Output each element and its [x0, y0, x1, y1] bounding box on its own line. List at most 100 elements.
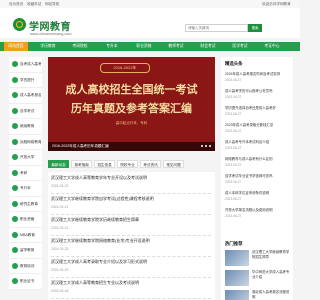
list-item[interactable]: 2023年成人高考录取分数线汇总 2023-06-27 — [225, 120, 291, 137]
banner-note: 高中起点升本、专科 — [115, 121, 148, 125]
list-item[interactable]: 学历提升选择自考还是成人高考好 2023-06-27 — [225, 103, 291, 120]
list-item[interactable]: 武汉理工大学继续教育学院学历继续教育招生简章 2024-03-21 — [51, 214, 211, 236]
sidebar-item-label: 教育培训 — [20, 263, 35, 268]
carousel-dot[interactable] — [200, 144, 203, 147]
category-icon — [12, 107, 18, 114]
list-item[interactable]: 武汉理工大学成人高等教育招生专业以及考试说明 2024-03-18 — [51, 277, 211, 299]
site-logo-title[interactable]: 学网教育 — [29, 18, 71, 33]
sidebar-item[interactable]: 研究生教育 — [9, 197, 42, 212]
recommend-item-title[interactable]: 成人本科学位证申请条件说明 — [225, 190, 291, 195]
list-item[interactable]: 成人高考学历可以报考公务员吗 2023-06-27 — [225, 86, 291, 103]
sidebar-item[interactable]: 开放大学 — [9, 150, 42, 166]
nav-item-certificate[interactable]: 考证中心 — [260, 42, 284, 51]
nav-item-upgrade[interactable]: 专升本 — [100, 42, 124, 51]
article-date: 2024-03-22 — [51, 184, 69, 188]
nav-item-accounting[interactable]: 财会考试 — [196, 42, 220, 51]
hot-thumbnail[interactable] — [225, 250, 249, 266]
list-item[interactable]: 成人高考专升本考试科目介绍 2023-06-27 — [225, 137, 291, 154]
recommend-item-title[interactable]: 学历提升选择自考还是成人高考好 — [225, 105, 291, 110]
article-title[interactable]: 武汉理工大学继续教育学院网络教育(业余)专业开设说明 — [51, 238, 150, 244]
category-icon — [12, 262, 18, 269]
tab-majors[interactable]: 院校专业 — [117, 160, 138, 168]
recommend-item-title[interactable]: 成人高考学历可以报考公务员吗 — [225, 88, 291, 93]
tab-exam-news[interactable]: 考试资讯 — [140, 160, 161, 168]
hero-banner[interactable]: 2016-2022年 成人高校招生全国统一考试 历年真题及参考答案汇编 高中起点… — [48, 57, 215, 151]
sidebar-item-label: 继续教育 — [20, 124, 35, 128]
hot-item-title[interactable]: 华中师范大学成人高考专业介绍 — [252, 270, 292, 280]
list-item[interactable]: 自学考试毕业证书学信网可查吗 2023-06-27 — [225, 171, 291, 188]
recommend-item-date: 2023-06-27 — [225, 163, 242, 167]
tab-enrollment[interactable]: 招生信息 — [94, 160, 115, 168]
site-header: 学网教育 www.chinaxuewang.com 搜索 — [0, 8, 300, 38]
tab-latest[interactable]: 最新动态 — [48, 160, 69, 168]
list-item[interactable]: 武汉理工大学成人高考录取专业介绍以及学习形式说明 2024-03-19 — [51, 256, 211, 278]
list-item[interactable]: 2024年成人高考报名时间及考试安排 2023-06-27 — [225, 69, 291, 86]
recommend-item-title[interactable]: 网络教育与成人高考有什么区别 — [225, 156, 291, 161]
category-icon — [12, 61, 18, 67]
sidebar-item[interactable]: 职业证书 — [9, 274, 42, 290]
sidebar-item[interactable]: 自考成人高考 — [9, 57, 42, 73]
carousel-dot[interactable] — [208, 144, 211, 147]
hot-item-title[interactable]: 湖北成人高考报名流程说明 — [252, 290, 292, 300]
article-date: 2024-03-21 — [51, 205, 69, 209]
nav-item-medical[interactable]: 医学考试 — [228, 42, 252, 51]
list-item[interactable]: 武汉理工大学继续教育学院网络教育(业余)专业开设说明 2024-03-20 — [51, 235, 211, 257]
list-item[interactable]: 武汉理工大学成人高等教育学年专业开设以及考试说明 2024-03-22 — [51, 172, 211, 194]
list-item[interactable]: 武汉理工大学继续教育学院自学考试(过程性)课程考核说明 2024-03-21 — [51, 193, 211, 215]
hot-thumbnail[interactable] — [225, 290, 249, 300]
list-item[interactable]: 成人本科学位证申请条件说明 2023-06-27 — [225, 188, 291, 205]
article-title[interactable]: 武汉理工大学成人高等教育学年专业开设以及考试说明 — [51, 175, 147, 181]
banner-year-label: 2016-2022年 — [100, 63, 150, 73]
add-favorite-link[interactable]: 收藏本站 — [27, 2, 41, 7]
list-item[interactable]: 开放大学报名流程以及费用说明 2023-06-27 — [225, 205, 291, 222]
site-url: www.chinaxuewang.com — [30, 32, 72, 36]
sidebar-item[interactable]: 成人高考报名 — [9, 88, 42, 104]
nav-item-postgrad[interactable]: 考研院校 — [68, 42, 92, 51]
nav-item-vocational[interactable]: 职业资格 — [132, 42, 156, 51]
welcome-text: 欢迎访问学网教育 — [262, 2, 291, 6]
tab-guide[interactable]: 报考指南 — [71, 160, 92, 168]
recommend-item-date: 2023-06-27 — [225, 197, 242, 201]
recommend-item-title[interactable]: 2024年成人高考报名时间及考试安排 — [225, 71, 291, 76]
hot-item-title[interactable]: 武汉理工大学继续教育学院招生简章 — [252, 250, 292, 260]
sidebar-item[interactable]: 教育培训 — [9, 259, 42, 274]
sidebar-item[interactable]: 职业资格 — [9, 212, 42, 228]
sidebar-item[interactable]: 继续教育 — [9, 119, 42, 135]
sidebar-item[interactable]: MBA教育 — [9, 228, 42, 243]
logo-icon[interactable] — [13, 18, 26, 31]
article-title[interactable]: 武汉理工大学继续教育学院学历继续教育招生简章 — [51, 217, 139, 223]
sidebar-item[interactable]: 考研 — [9, 166, 42, 181]
set-homepage-link[interactable]: 设为首页 — [9, 2, 23, 7]
category-icon — [12, 123, 18, 129]
article-title[interactable]: 武汉理工大学成人高考录取专业介绍以及学习形式说明 — [51, 259, 147, 265]
sidebar-item-label: 研究生教育 — [20, 201, 38, 206]
recommend-item-title[interactable]: 自学考试毕业证书学信网可查吗 — [225, 173, 291, 178]
tab-faq[interactable]: 常见问题 — [163, 160, 184, 168]
search-button[interactable]: 搜索 — [248, 24, 262, 32]
recommend-item-title[interactable]: 开放大学报名流程以及费用说明 — [225, 207, 291, 212]
carousel-dot[interactable] — [204, 144, 207, 147]
article-title[interactable]: 武汉理工大学继续教育学院自学考试(过程性)课程考核说明 — [51, 196, 154, 202]
category-icon — [12, 169, 18, 176]
sidebar-item[interactable]: 远程网络教育 — [9, 135, 42, 150]
nav-item-degree[interactable]: 学历教育 — [36, 42, 60, 51]
recommend-item-date: 2023-06-27 — [225, 146, 242, 150]
sidebar-item-label: 自学考试 — [20, 108, 35, 113]
nav-item-teacher[interactable]: 教师考试 — [164, 42, 188, 51]
recommend-item-title[interactable]: 成人高考专升本考试科目介绍 — [225, 139, 291, 144]
sidebar-item[interactable]: 专升本 — [9, 181, 42, 197]
site-nav-link[interactable]: 网站导航 — [45, 2, 59, 7]
recommend-item-title[interactable]: 2023年成人高考录取分数线汇总 — [225, 122, 291, 127]
hot-thumbnail[interactable] — [225, 270, 249, 286]
sidebar-item[interactable]: 留学教育 — [9, 243, 42, 259]
nav-item-home[interactable]: 网站首页 — [4, 42, 28, 51]
list-item[interactable]: 网络教育与成人高考有什么区别 2023-06-27 — [225, 154, 291, 171]
carousel-dots — [199, 143, 211, 148]
sidebar-item[interactable]: 自学考试 — [9, 104, 42, 119]
banner-subheadline: 历年真题及参考答案汇编 — [71, 102, 192, 115]
sidebar-item[interactable]: 学历提升 — [9, 73, 42, 88]
article-title[interactable]: 武汉理工大学成人高等教育招生专业以及考试说明 — [51, 280, 139, 286]
search-input[interactable] — [185, 24, 248, 32]
recommend-item-date: 2023-06-27 — [225, 95, 242, 99]
category-icon — [12, 200, 18, 207]
